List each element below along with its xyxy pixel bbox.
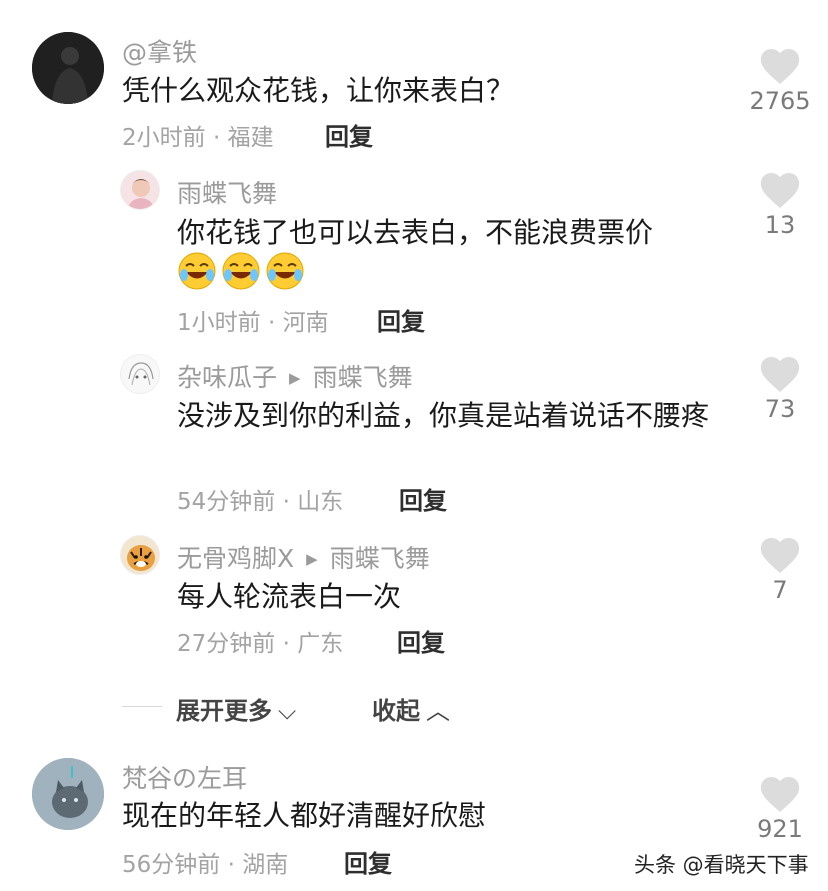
divider (122, 706, 162, 707)
reply-username[interactable]: 无骨鸡脚X (177, 544, 294, 573)
expand-more-label: 展开更多 (176, 697, 272, 725)
reply-username[interactable]: 雨蝶飞舞 (177, 174, 277, 210)
comment-time-location: 56分钟前 · 湖南 (122, 852, 289, 878)
heart-icon (760, 173, 800, 208)
avatar-image (121, 171, 159, 209)
reply-button[interactable]: 回复 (397, 623, 445, 658)
like-count: 921 (757, 815, 803, 843)
avatar[interactable] (32, 758, 104, 830)
chevron-up-icon: ︿ (426, 697, 450, 725)
like-button[interactable]: 2765 (740, 48, 820, 115)
like-count: 2765 (749, 87, 811, 115)
reply-arrow-icon: ▶ (289, 369, 301, 387)
like-button[interactable]: 921 (740, 776, 820, 843)
like-count: 7 (772, 576, 788, 604)
laughing-emoji-icon (177, 251, 217, 291)
expand-more-button[interactable]: 展开更多 ⌵ (176, 691, 296, 726)
reply-username[interactable]: 杂味瓜子 (177, 363, 277, 392)
like-button[interactable]: 7 (740, 537, 820, 604)
like-count: 13 (764, 211, 796, 239)
avatar[interactable] (120, 535, 160, 575)
avatar-image (121, 355, 159, 393)
avatar-image (121, 536, 159, 574)
reply-header: 无骨鸡脚X ▶ 雨蝶飞舞 (177, 539, 430, 575)
emoji-row (177, 251, 309, 295)
avatar-image (32, 758, 104, 830)
reply-arrow-icon: ▶ (306, 550, 318, 568)
avatar-image (32, 32, 104, 104)
comment-text: 现在的年轻人都好清醒好欣慰 (122, 799, 487, 832)
like-button[interactable]: 13 (740, 172, 820, 239)
reply-text: 每人轮流表白一次 (177, 580, 402, 613)
like-count: 73 (764, 395, 796, 423)
comment-text: 凭什么观众花钱，让你来表白？ (122, 74, 515, 107)
comment-username[interactable]: 梵谷の左耳 (122, 759, 247, 795)
collapse-button[interactable]: 收起 ︿ (372, 691, 450, 726)
reply-button[interactable]: 回复 (399, 481, 447, 516)
reply-time-location: 27分钟前 · 广东 (177, 631, 344, 657)
reply-time-location: 1小时前 · 河南 (177, 310, 329, 336)
reply-text: 你花钱了也可以去表白，不能浪费票价 (177, 216, 654, 249)
like-button[interactable]: 73 (740, 356, 820, 423)
chevron-down-icon: ⌵ (278, 697, 297, 725)
heart-icon (760, 357, 800, 392)
reply-button[interactable]: 回复 (325, 117, 373, 152)
reply-target-username[interactable]: 雨蝶飞舞 (313, 363, 413, 392)
comment-username[interactable]: @拿铁 (122, 33, 197, 69)
comment-time-location: 2小时前 · 福建 (122, 125, 274, 151)
avatar[interactable] (120, 170, 160, 210)
heart-icon (760, 49, 800, 84)
heart-icon (760, 777, 800, 812)
reply-target-username[interactable]: 雨蝶飞舞 (330, 544, 430, 573)
laughing-emoji-icon (265, 251, 305, 291)
reply-button[interactable]: 回复 (344, 844, 392, 879)
collapse-label: 收起 (372, 697, 420, 725)
reply-time-location: 54分钟前 · 山东 (177, 489, 344, 515)
heart-icon (760, 538, 800, 573)
reply-header: 杂味瓜子 ▶ 雨蝶飞舞 (177, 358, 413, 394)
avatar[interactable] (120, 354, 160, 394)
watermark: 头条 @看晓天下事 (634, 853, 809, 877)
avatar[interactable] (32, 32, 104, 104)
laughing-emoji-icon (221, 251, 261, 291)
reply-button[interactable]: 回复 (377, 302, 425, 337)
reply-text: 没涉及到你的利益，你真是站着说话不腰疼 (177, 399, 710, 432)
